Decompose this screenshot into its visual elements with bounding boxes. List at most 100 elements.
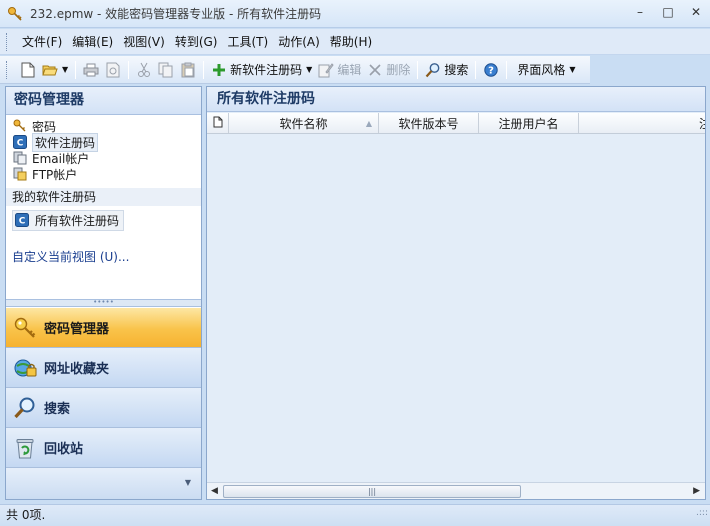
column-header-registration[interactable]: 注册 — [579, 113, 705, 133]
nav-bookmarks[interactable]: 网址收藏夹 — [6, 348, 201, 388]
plus-icon — [211, 62, 227, 78]
help-icon: ? — [483, 62, 499, 78]
toolbar-separator — [203, 60, 205, 79]
software-key-icon: C — [15, 213, 31, 227]
nav-recycle-bin[interactable]: 回收站 — [6, 428, 201, 468]
resize-grip[interactable]: .::: — [696, 503, 708, 524]
nav-label: 搜索 — [44, 402, 71, 417]
tree-item-label: Email帐户 — [32, 151, 90, 166]
nav-label: 回收站 — [44, 442, 84, 457]
print-button[interactable] — [80, 59, 102, 81]
menu-edit[interactable]: 编辑(E) — [67, 32, 118, 52]
menu-actions[interactable]: 动作(A) — [273, 32, 325, 52]
toolbar: ▼ 新软件注册码 ▼ 编辑 删除 搜索 ? 界面风格 ▼ — [0, 56, 590, 84]
column-header-type[interactable] — [207, 113, 229, 133]
chevron-down-icon[interactable]: ▼ — [185, 478, 191, 487]
tree-item-label: FTP帐户 — [32, 167, 78, 182]
nav-label: 网址收藏夹 — [44, 362, 110, 377]
nav-label: 密码管理器 — [44, 322, 110, 337]
view-item-all-software-keys[interactable]: C 所有软件注册码 — [12, 209, 195, 231]
column-header-version[interactable]: 软件版本号 — [379, 113, 479, 133]
menu-view[interactable]: 视图(V) — [118, 32, 170, 52]
new-registration-button[interactable]: 新软件注册码 ▼ — [208, 59, 315, 81]
software-key-icon: C — [12, 134, 28, 150]
menu-bar: 文件(F) 编辑(E) 视图(V) 转到(G) 工具(T) 动作(A) 帮助(H… — [0, 29, 710, 55]
customize-view-link[interactable]: 自定义当前视图 (U)... — [12, 248, 195, 265]
menu-file[interactable]: 文件(F) — [17, 32, 67, 52]
toolbar-grip[interactable] — [6, 60, 9, 79]
minimize-button[interactable]: – — [632, 4, 648, 20]
delete-button[interactable]: 删除 — [364, 59, 413, 81]
nav-pane-options[interactable]: ▼ — [6, 468, 201, 499]
scroll-right-icon[interactable]: ▶ — [693, 486, 700, 496]
column-header-label: 软件名称 — [279, 116, 328, 131]
toolbar-separator — [506, 60, 508, 79]
window-title: 232.epmw - 效能密码管理器专业版 - 所有软件注册码 — [30, 7, 322, 21]
category-tree: 密码 C 软件注册码 Email帐户 FTP帐户 我的软件注册码 C 所有软件注… — [6, 115, 201, 268]
search-icon — [12, 395, 38, 421]
document-icon — [213, 116, 223, 131]
horizontal-scrollbar[interactable]: ◀ ||| ▶ — [207, 482, 705, 499]
new-registration-label: 新软件注册码 — [230, 63, 303, 77]
edit-button[interactable]: 编辑 — [315, 59, 364, 81]
scroll-left-icon[interactable]: ◀ — [211, 486, 218, 496]
close-button[interactable]: ✕ — [688, 4, 704, 20]
paste-icon — [180, 62, 196, 78]
copy-icon — [158, 62, 174, 78]
help-button[interactable]: ? — [480, 59, 502, 81]
menu-goto[interactable]: 转到(G) — [170, 32, 223, 52]
group-heading: 我的软件注册码 — [6, 188, 201, 206]
paste-button[interactable] — [177, 59, 199, 81]
delete-label: 删除 — [386, 63, 411, 77]
nav-password-manager[interactable]: 密码管理器 — [6, 308, 201, 348]
list-header: 软件名称 ▲ 软件版本号 注册用户名 注册 — [207, 113, 705, 134]
pane-splitter[interactable]: ••••• — [6, 299, 201, 307]
edit-icon — [318, 62, 334, 78]
menu-grip[interactable] — [6, 32, 9, 51]
open-folder-icon — [42, 62, 58, 78]
view-item-label: 所有软件注册码 — [35, 213, 120, 228]
tree-item-software-key[interactable]: C 软件注册码 — [12, 132, 195, 152]
delete-icon — [367, 62, 383, 78]
column-header-registered-user[interactable]: 注册用户名 — [479, 113, 579, 133]
chevron-down-icon[interactable]: ▼ — [569, 65, 575, 74]
navigation-pane: 密码管理器 密码 C 软件注册码 Email帐户 FTP帐户 我的软件注册码 C… — [5, 86, 202, 500]
column-header-label: 软件版本号 — [398, 116, 459, 131]
edit-label: 编辑 — [337, 63, 362, 77]
menu-tools[interactable]: 工具(T) — [222, 32, 273, 52]
recycle-bin-icon — [12, 435, 38, 461]
chevron-down-icon[interactable]: ▼ — [62, 65, 68, 74]
nav-search[interactable]: 搜索 — [6, 388, 201, 428]
print-preview-button[interactable] — [102, 59, 124, 81]
column-header-software-name[interactable]: 软件名称 ▲ — [229, 113, 379, 133]
key-icon — [12, 315, 38, 341]
toolbar-separator — [128, 60, 130, 79]
search-button[interactable]: 搜索 — [422, 59, 471, 81]
copy-button[interactable] — [155, 59, 177, 81]
column-header-label: 注册用户名 — [498, 116, 559, 131]
tree-item-email[interactable]: Email帐户 — [12, 150, 195, 166]
globe-lock-icon — [12, 355, 38, 381]
tree-item-ftp[interactable]: FTP帐户 — [12, 166, 195, 182]
search-label: 搜索 — [444, 63, 469, 77]
maximize-button[interactable]: □ — [660, 4, 676, 20]
theme-label: 界面风格 — [517, 63, 566, 77]
print-icon — [83, 62, 99, 78]
scrollbar-thumb[interactable]: ||| — [223, 485, 521, 498]
status-bar: 共 0项. .::: — [0, 504, 710, 526]
key-icon — [4, 3, 26, 25]
email-account-icon — [12, 150, 28, 166]
status-text: 共 0项. — [6, 508, 46, 522]
open-file-button[interactable]: ▼ — [39, 59, 71, 81]
title-bar: 232.epmw - 效能密码管理器专业版 - 所有软件注册码 – □ ✕ — [0, 0, 710, 28]
cut-button[interactable] — [133, 59, 155, 81]
print-preview-icon — [105, 62, 121, 78]
svg-text:?: ? — [488, 65, 494, 76]
chevron-down-icon[interactable]: ▼ — [306, 65, 312, 74]
menu-help[interactable]: 帮助(H) — [325, 32, 377, 52]
navigation-pane-title: 密码管理器 — [6, 87, 201, 115]
theme-button[interactable]: 界面风格 ▼ — [511, 59, 578, 81]
new-file-button[interactable] — [17, 59, 39, 81]
key-icon — [12, 118, 28, 134]
column-header-label: 注册 — [699, 115, 705, 132]
